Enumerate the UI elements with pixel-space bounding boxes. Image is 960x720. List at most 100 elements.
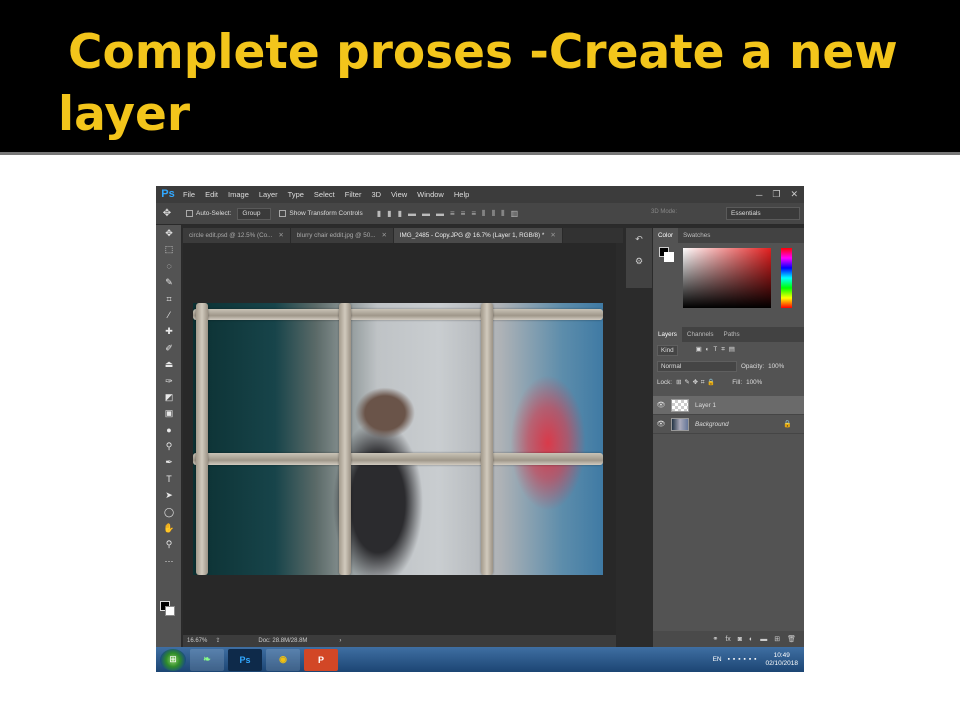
distribute-middle-icon[interactable]: ≡ [461, 209, 466, 219]
distribute-left-icon[interactable]: ⦀ [482, 209, 486, 219]
link-icon[interactable]: ⚭ [712, 635, 718, 643]
align-left-icon[interactable]: ▬ [408, 209, 416, 219]
fill-value[interactable]: 100% [746, 379, 762, 386]
distribute-bottom-icon[interactable]: ≡ [471, 209, 476, 219]
tab-layers[interactable]: Layers [653, 327, 682, 342]
tab-channels[interactable]: Channels [682, 327, 719, 342]
background-color-swatch[interactable] [165, 606, 175, 616]
type-icon[interactable]: T [156, 471, 182, 487]
align-middle-icon[interactable]: ▮ [387, 209, 391, 219]
minimize-button[interactable]: ─ [756, 190, 762, 200]
quick-select-icon[interactable]: ✎ [156, 274, 182, 290]
eraser-icon[interactable]: ◩ [156, 389, 182, 405]
tab-img-2485[interactable]: IMG_2485 - Copy.JPG @ 16.7% (Layer 1, RG… [393, 228, 563, 243]
menu-help[interactable]: Help [449, 186, 474, 203]
menu-view[interactable]: View [386, 186, 412, 203]
blend-mode-dropdown[interactable]: Normal [657, 360, 737, 372]
taskbar-app-powerpoint[interactable]: P [304, 648, 338, 671]
move-icon[interactable]: ✥ [156, 225, 182, 241]
auto-select-checkbox[interactable] [186, 210, 193, 217]
marquee-icon[interactable]: ⬚ [156, 241, 182, 257]
layer-row-background[interactable]: 👁 Background 🔒 [653, 415, 804, 434]
blur-icon[interactable]: ● [156, 422, 182, 438]
fx-icon[interactable]: fx [725, 636, 730, 643]
tab-swatches[interactable]: Swatches [678, 228, 715, 243]
menu-image[interactable]: Image [223, 186, 254, 203]
show-transform-checkbox[interactable] [279, 210, 287, 217]
path-select-icon[interactable]: ➤ [156, 487, 182, 503]
workspace-dropdown[interactable]: Essentials [726, 207, 800, 220]
eye-icon[interactable]: 👁 [653, 420, 669, 428]
hand-icon[interactable]: ✋ [156, 520, 182, 536]
restore-button[interactable]: ❐ [772, 189, 780, 200]
tab-color[interactable]: Color [653, 228, 679, 243]
tab-circle-edit[interactable]: circle edit.psd @ 12.5% (Co... ✕ [183, 228, 291, 243]
opacity-value[interactable]: 100% [768, 363, 784, 370]
new-layer-icon[interactable]: ⊞ [774, 635, 780, 643]
properties-icon[interactable]: ⚙ [626, 250, 652, 272]
share-icon[interactable]: ⇪ [215, 635, 220, 647]
move-tool-icon[interactable]: ✥ [156, 208, 178, 219]
history-brush-icon[interactable]: ✑ [156, 373, 182, 389]
close-icon[interactable]: ✕ [278, 232, 283, 239]
brush-icon[interactable]: ✐ [156, 340, 182, 356]
ellipse-icon[interactable]: ◯ [156, 504, 182, 520]
layer-row-layer-1[interactable]: 👁 Layer 1 [653, 396, 804, 415]
auto-align-icon[interactable]: ▥ [511, 209, 519, 219]
menu-file[interactable]: File [178, 186, 200, 203]
distribute-right-icon[interactable]: ⦀ [501, 209, 505, 219]
chevron-right-icon[interactable]: › [339, 635, 341, 647]
filter-icons[interactable]: ▣◐T⌗▤ [696, 346, 739, 354]
distribute-top-icon[interactable]: ≡ [450, 209, 455, 219]
eyedropper-icon[interactable]: ⁄ [156, 307, 182, 323]
hue-slider[interactable] [781, 248, 792, 308]
lasso-icon[interactable]: ◌ [156, 258, 182, 274]
distribute-center-icon[interactable]: ⦀ [492, 209, 496, 219]
dodge-icon[interactable]: ⚲ [156, 438, 182, 454]
document-image[interactable] [193, 303, 603, 575]
taskbar-app-leaf[interactable]: ❧ [190, 648, 224, 671]
start-button[interactable]: ⊞ [160, 648, 186, 671]
tray-icons[interactable]: ▪▪▪▪▪▪ [728, 656, 760, 663]
history-icon[interactable]: ↶ [626, 228, 652, 250]
menu-window[interactable]: Window [412, 186, 449, 203]
menu-select[interactable]: Select [309, 186, 340, 203]
doc-size[interactable]: Doc: 28.8M/28.8M [258, 635, 307, 647]
language-indicator[interactable]: EN [713, 656, 722, 663]
more-tools-icon[interactable]: ⋯ [156, 553, 182, 569]
menu-filter[interactable]: Filter [340, 186, 367, 203]
close-button[interactable]: ✕ [790, 189, 798, 200]
menu-layer[interactable]: Layer [254, 186, 283, 203]
menu-edit[interactable]: Edit [200, 186, 223, 203]
align-right-icon[interactable]: ▬ [436, 209, 444, 219]
align-bottom-icon[interactable]: ▮ [398, 209, 402, 219]
clock[interactable]: 10:49 02/10/2018 [765, 652, 798, 668]
gradient-icon[interactable]: ▣ [156, 405, 182, 421]
taskbar-app-chrome[interactable]: ◉ [266, 648, 300, 671]
pen-icon[interactable]: ✒ [156, 454, 182, 470]
menu-3d[interactable]: 3D [366, 186, 386, 203]
zoom-level[interactable]: 16.67% [187, 635, 207, 647]
zoom-icon[interactable]: ⚲ [156, 536, 182, 552]
taskbar-app-photoshop[interactable]: Ps [228, 648, 262, 671]
kind-filter-dropdown[interactable]: Kind [657, 344, 678, 356]
adjustment-icon[interactable]: ◐ [749, 636, 753, 643]
lock-icons[interactable]: ⊞✎✥⌗🔒 [676, 378, 718, 387]
auto-select-dropdown[interactable]: Group [237, 207, 272, 220]
color-bg-swatch[interactable] [664, 252, 674, 262]
tab-blurry-chair[interactable]: blurry chair eddit.jpg @ 50... ✕ [290, 228, 394, 243]
close-icon[interactable]: ✕ [382, 232, 387, 239]
clone-stamp-icon[interactable]: ⏏ [156, 356, 182, 372]
close-icon[interactable]: ✕ [550, 232, 555, 239]
mask-icon[interactable]: ◙ [738, 636, 742, 643]
eye-icon[interactable]: 👁 [653, 401, 669, 409]
healing-brush-icon[interactable]: ✚ [156, 323, 182, 339]
align-top-icon[interactable]: ▮ [377, 209, 381, 219]
crop-icon[interactable]: ⌗ [156, 291, 182, 307]
group-icon[interactable]: ▬ [760, 636, 767, 643]
align-center-icon[interactable]: ▬ [422, 209, 430, 219]
menu-type[interactable]: Type [283, 186, 309, 203]
canvas-area[interactable] [183, 243, 616, 635]
color-picker-field[interactable] [683, 248, 771, 308]
trash-icon[interactable]: 🗑 [787, 635, 796, 643]
